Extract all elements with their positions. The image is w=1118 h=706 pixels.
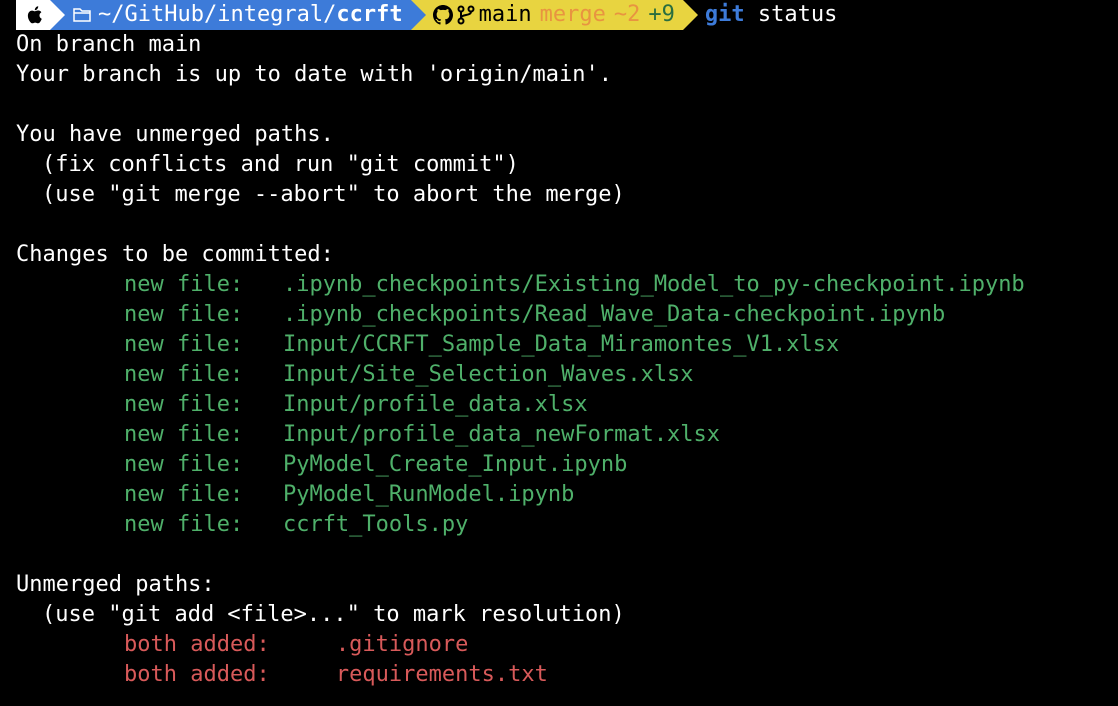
new-file-path: .ipynb_checkpoints/Existing_Model_to_py-…: [283, 272, 1025, 297]
branch-name: main: [479, 0, 532, 30]
new-file-label: new file:: [124, 302, 283, 327]
new-file-path: Input/profile_data.xlsx: [283, 392, 588, 417]
new-file-label: new file:: [124, 332, 283, 357]
terminal-output[interactable]: ~/GitHub/integral/ccrft main merge ~2 +9…: [0, 0, 1118, 690]
git-segment: main merge ~2 +9: [411, 0, 683, 30]
both-added-path: requirements.txt: [336, 662, 548, 687]
merge-label: merge: [540, 0, 606, 30]
new-file-label: new file:: [124, 452, 283, 477]
apple-icon: [26, 5, 44, 25]
new-file-line: new file: Input/profile_data.xlsx: [16, 390, 1102, 420]
both-added-path: .gitignore: [336, 632, 468, 657]
new-file-label: new file:: [124, 422, 283, 447]
unmerged-header: You have unmerged paths.: [16, 120, 1102, 150]
add-hint: (use "git add <file>..." to mark resolut…: [16, 600, 1102, 630]
github-icon: [433, 5, 453, 25]
blank-line: [16, 210, 1102, 240]
new-file-path: Input/profile_data_newFormat.xlsx: [283, 422, 720, 447]
unmerged-paths-header: Unmerged paths:: [16, 570, 1102, 600]
abort-hint: (use "git merge --abort" to abort the me…: [16, 180, 1102, 210]
new-file-label: new file:: [124, 482, 283, 507]
new-file-path: Input/CCRFT_Sample_Data_Miramontes_V1.xl…: [283, 332, 839, 357]
blank-line: [16, 540, 1102, 570]
new-file-path: PyModel_RunModel.ipynb: [283, 482, 574, 507]
new-file-line: new file: Input/CCRFT_Sample_Data_Miramo…: [16, 330, 1102, 360]
both-added-line: both added: .gitignore: [16, 630, 1102, 660]
new-file-path: PyModel_Create_Input.ipynb: [283, 452, 627, 477]
both-added-label: both added:: [124, 632, 336, 657]
changes-header: Changes to be committed:: [16, 240, 1102, 270]
new-file-line: new file: ccrft_Tools.py: [16, 510, 1102, 540]
path-current: ccrft: [336, 0, 402, 30]
apple-segment: [16, 0, 50, 30]
new-file-label: new file:: [124, 272, 283, 297]
branch-icon: [457, 5, 475, 25]
new-file-line: new file: Input/Site_Selection_Waves.xls…: [16, 360, 1102, 390]
command-args: status: [758, 2, 837, 27]
new-file-path: Input/Site_Selection_Waves.xlsx: [283, 362, 694, 387]
both-added-line: both added: requirements.txt: [16, 660, 1102, 690]
new-file-line: new file: Input/profile_data_newFormat.x…: [16, 420, 1102, 450]
new-file-line: new file: PyModel_RunModel.ipynb: [16, 480, 1102, 510]
new-file-label: new file:: [124, 362, 283, 387]
path-prefix: ~/GitHub/integral/: [98, 0, 336, 30]
ahead-count: +9: [648, 0, 675, 30]
uptodate-line: Your branch is up to date with 'origin/m…: [16, 60, 1102, 90]
new-file-label: new file:: [124, 392, 283, 417]
prompt-line: ~/GitHub/integral/ccrft main merge ~2 +9…: [16, 0, 1102, 30]
new-file-path: ccrft_Tools.py: [283, 512, 468, 537]
blank-line: [16, 90, 1102, 120]
behind-count: ~2: [614, 0, 641, 30]
new-file-line: new file: .ipynb_checkpoints/Read_Wave_D…: [16, 300, 1102, 330]
fix-hint: (fix conflicts and run "git commit"): [16, 150, 1102, 180]
new-file-label: new file:: [124, 512, 283, 537]
new-files-list: new file: .ipynb_checkpoints/Existing_Mo…: [16, 270, 1102, 540]
command-name: git: [705, 2, 745, 27]
both-added-label: both added:: [124, 662, 336, 687]
new-file-path: .ipynb_checkpoints/Read_Wave_Data-checkp…: [283, 302, 945, 327]
new-file-line: new file: .ipynb_checkpoints/Existing_Mo…: [16, 270, 1102, 300]
both-added-list: both added: .gitignoreboth added: requir…: [16, 630, 1102, 690]
branch-status-line: On branch main: [16, 30, 1102, 60]
new-file-line: new file: PyModel_Create_Input.ipynb: [16, 450, 1102, 480]
folder-icon: [72, 7, 92, 23]
command-area: git status: [683, 0, 837, 30]
path-segment: ~/GitHub/integral/ccrft: [50, 0, 411, 30]
